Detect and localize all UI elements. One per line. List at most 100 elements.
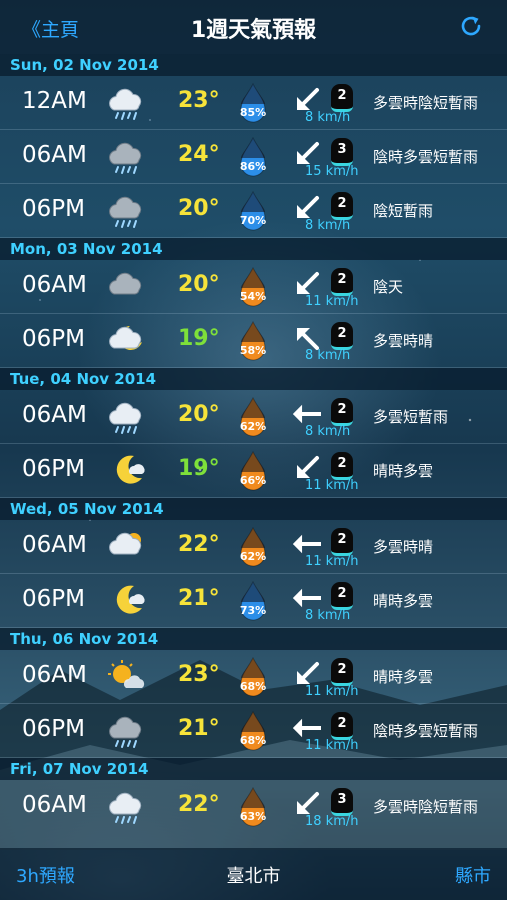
forecast-row[interactable]: 06AM 24° 86% 3 15 km/h 陰時多雲短暫雨 — [0, 130, 507, 184]
temperature: 22° — [178, 532, 220, 557]
weather-description: 陰時多雲短暫雨 — [373, 148, 479, 166]
weather-description: 晴時多雲 — [373, 592, 434, 610]
temperature: 23° — [178, 88, 220, 113]
forecast-row[interactable]: 06PM 19° 58% 2 8 km/h 多雲時晴 — [0, 314, 507, 368]
wind-level-badge: 2 — [331, 712, 353, 740]
forecast-time: 06PM — [22, 456, 85, 482]
rain-chance: 73% — [236, 580, 270, 624]
temperature: 22° — [178, 792, 220, 817]
rain-chance: 68% — [236, 656, 270, 700]
rain-percent: 54% — [239, 290, 267, 303]
forecast-time: 06PM — [22, 586, 85, 612]
moon-cloud-icon — [109, 326, 142, 350]
forecast-time: 06PM — [22, 716, 85, 742]
weather-description: 晴時多雲 — [373, 462, 434, 480]
forecast-row[interactable]: 06PM 19° 66% 2 11 km/h 晴時多雲 — [0, 444, 507, 498]
wind-level-badge: 2 — [331, 322, 353, 350]
day-header: Thu, 06 Nov 2014 — [0, 628, 507, 650]
cloud-rain-dark-icon — [109, 196, 142, 228]
raindrop-icon — [240, 190, 266, 231]
forecast-list: Sun, 02 Nov 2014 12AM 23° 85% 2 8 km/h 多雲時陰短暫雨… — [0, 54, 507, 834]
raindrop-icon — [240, 450, 266, 491]
rain-percent: 73% — [239, 604, 267, 617]
rain-chance: 58% — [236, 320, 270, 364]
refresh-icon[interactable] — [457, 12, 485, 40]
forecast-row[interactable]: 06PM 21° 73% 2 8 km/h 晴時多雲 — [0, 574, 507, 628]
forecast-row[interactable]: 06PM 20° 70% 2 8 km/h 陰短暫雨 — [0, 184, 507, 238]
wind-speed: 11 km/h — [305, 738, 359, 753]
temperature: 19° — [178, 326, 220, 351]
forecast-time: 06PM — [22, 326, 85, 352]
raindrop-icon — [240, 526, 266, 567]
forecast-row[interactable]: 06AM 20° 54% 2 11 km/h 陰天 — [0, 260, 507, 314]
wind-level-badge: 2 — [331, 192, 353, 220]
temperature: 24° — [178, 142, 220, 167]
rain-chance: 66% — [236, 450, 270, 494]
rain-percent: 62% — [239, 420, 267, 433]
wind-level-badge: 2 — [331, 398, 353, 426]
raindrop-icon — [240, 320, 266, 361]
weather-description: 陰時多雲短暫雨 — [373, 722, 479, 740]
day-header: Wed, 05 Nov 2014 — [0, 498, 507, 520]
forecast-time: 06AM — [22, 532, 87, 558]
forecast-row[interactable]: 06AM 22° 63% 3 18 km/h 多雲時陰短暫雨 — [0, 780, 507, 834]
wind-speed: 11 km/h — [305, 478, 359, 493]
wind-level-badge: 2 — [331, 582, 353, 610]
city-label: 臺北市 — [226, 866, 281, 887]
rain-percent: 70% — [239, 214, 267, 227]
raindrop-icon — [240, 136, 266, 177]
rain-chance: 86% — [236, 136, 270, 180]
wind-level-badge: 3 — [331, 138, 353, 166]
page-title: 1週天氣預報 — [190, 18, 317, 43]
weather-description: 陰天 — [373, 278, 404, 296]
forecast-row[interactable]: 06PM 21° 68% 2 11 km/h 陰時多雲短暫雨 — [0, 704, 507, 758]
rain-percent: 58% — [239, 344, 267, 357]
rain-percent: 63% — [239, 810, 267, 823]
forecast-time: 06AM — [22, 402, 87, 428]
sun-cloud-icon — [109, 532, 142, 555]
forecast-time: 06AM — [22, 792, 87, 818]
raindrop-icon — [240, 266, 266, 307]
rain-chance: 62% — [236, 396, 270, 440]
day-header: Sun, 02 Nov 2014 — [0, 54, 507, 76]
rain-percent: 66% — [239, 474, 267, 487]
wind-level-badge: 2 — [331, 268, 353, 296]
rain-chance: 70% — [236, 190, 270, 234]
rain-chance: 85% — [236, 82, 270, 126]
cloud-rain-icon — [109, 402, 142, 434]
wind-speed: 11 km/h — [305, 294, 359, 309]
forecast-row[interactable]: 12AM 23° 85% 2 8 km/h 多雲時陰短暫雨 — [0, 76, 507, 130]
temperature: 23° — [178, 662, 220, 687]
wind-level-badge: 2 — [331, 84, 353, 112]
rain-percent: 62% — [239, 550, 267, 563]
nav-header: 《主頁 1週天氣預報 — [0, 0, 507, 54]
temperature: 19° — [178, 456, 220, 481]
sun-cloud-small-icon — [108, 660, 145, 688]
raindrop-icon — [240, 710, 266, 751]
moon-cloud-small-icon — [116, 585, 145, 614]
forecast-time: 06AM — [22, 142, 87, 168]
raindrop-icon — [240, 396, 266, 437]
forecast-row[interactable]: 06AM 23° 68% 2 11 km/h 晴時多雲 — [0, 650, 507, 704]
forecast-time: 06PM — [22, 196, 85, 222]
county-city-button[interactable]: 縣市 — [455, 862, 491, 888]
forecast-row[interactable]: 06AM 20° 62% 2 8 km/h 多雲短暫雨 — [0, 390, 507, 444]
temperature: 20° — [178, 272, 220, 297]
forecast-row[interactable]: 06AM 22° 62% 2 11 km/h 多雲時晴 — [0, 520, 507, 574]
wind-level-badge: 3 — [331, 788, 353, 816]
rain-percent: 85% — [239, 106, 267, 119]
rain-chance: 54% — [236, 266, 270, 310]
wind-level-badge: 2 — [331, 452, 353, 480]
wind-speed: 11 km/h — [305, 554, 359, 569]
wind-speed: 8 km/h — [305, 110, 351, 125]
raindrop-icon — [240, 580, 266, 621]
raindrop-icon — [240, 82, 266, 123]
wind-speed: 11 km/h — [305, 684, 359, 699]
weather-description: 多雲時陰短暫雨 — [373, 798, 479, 816]
weather-description: 晴時多雲 — [373, 668, 434, 686]
cloud-rain-dark-icon — [109, 142, 142, 174]
rain-percent: 68% — [239, 734, 267, 747]
forecast-time: 12AM — [22, 88, 87, 114]
wind-level-badge: 2 — [331, 658, 353, 686]
wind-speed: 8 km/h — [305, 218, 351, 233]
